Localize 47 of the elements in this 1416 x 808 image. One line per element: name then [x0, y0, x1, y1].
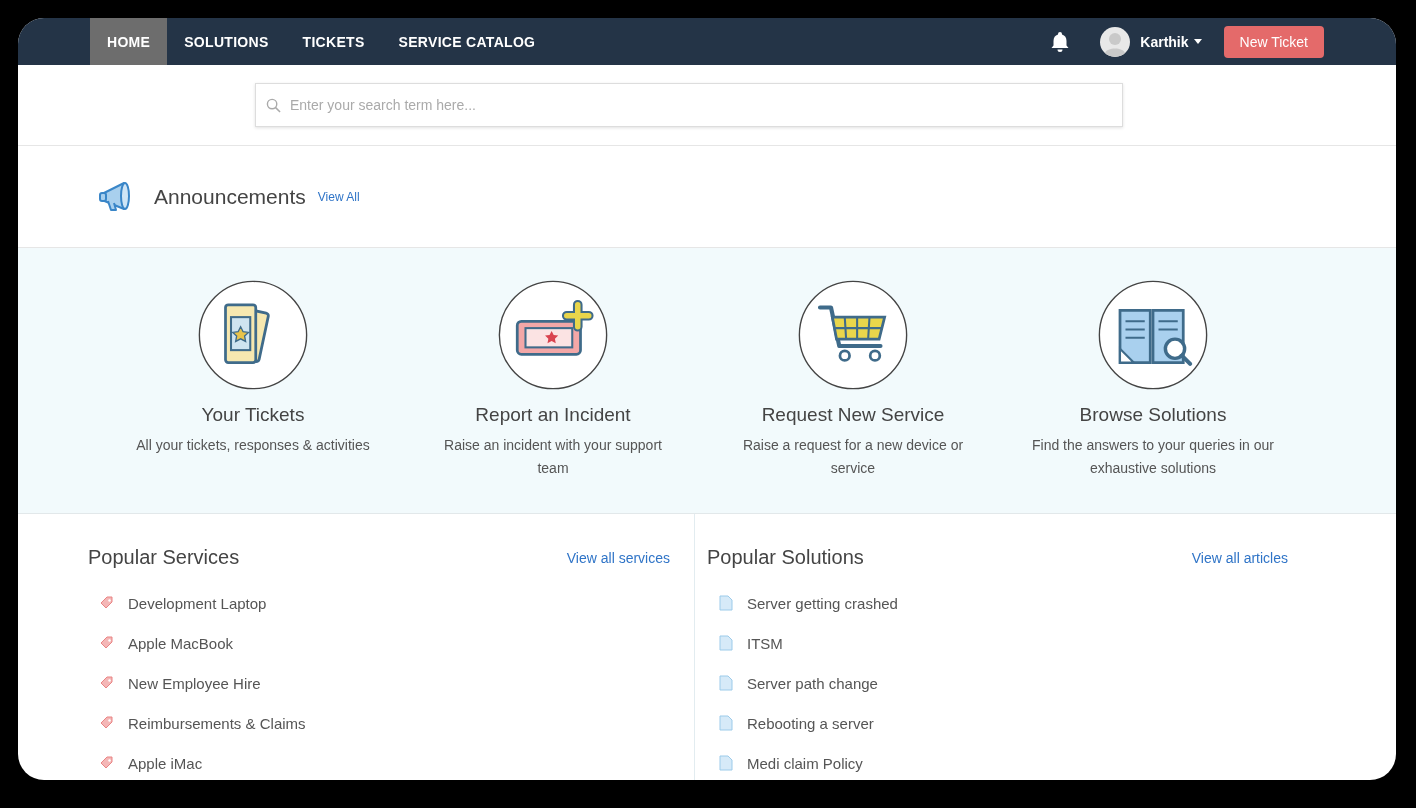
list-item-link[interactable]: ITSM — [747, 634, 783, 652]
document-icon — [719, 595, 733, 611]
book-search-icon[interactable] — [1098, 280, 1208, 390]
tag-icon — [100, 716, 114, 730]
card-description: All your tickets, responses & activities — [136, 436, 370, 455]
list-item-link[interactable]: Rebooting a server — [747, 714, 874, 732]
list-item-link[interactable]: Server path change — [747, 674, 878, 692]
card-title[interactable]: Request New Service — [761, 404, 945, 426]
tag-icon — [100, 676, 114, 690]
card-description: Raise an incident with your support team — [443, 436, 663, 478]
section-title: Announcements — [154, 184, 306, 209]
card-description: Find the answers to your queries in our exhaustive solutions — [1031, 436, 1275, 478]
document-icon — [719, 635, 733, 651]
card-title[interactable]: Your Tickets — [201, 404, 305, 426]
list-item-link[interactable]: Medi claim Policy — [747, 754, 863, 772]
document-icon — [719, 675, 733, 691]
nav-tab[interactable]: TICKETS — [285, 18, 382, 65]
tickets-icon[interactable] — [198, 280, 308, 390]
card-title[interactable]: Browse Solutions — [1079, 404, 1227, 426]
tag-icon — [100, 756, 114, 770]
nav-tab[interactable]: SERVICE CATALOG — [381, 18, 553, 65]
nav-tab[interactable]: SOLUTIONS — [167, 18, 286, 65]
card-description: Raise a request for a new device or service — [741, 436, 965, 478]
shopping-cart-icon[interactable] — [798, 280, 908, 390]
avatar-icon[interactable] — [1100, 26, 1131, 57]
search-field[interactable]: Enter your search term here... — [255, 83, 1123, 127]
view-all-link[interactable]: View all articles — [1191, 549, 1288, 566]
list-item-link[interactable]: Apple iMac — [128, 754, 203, 772]
tag-icon — [100, 596, 114, 610]
nav-tab[interactable]: HOME — [90, 18, 168, 65]
ticket-plus-icon[interactable] — [498, 280, 608, 390]
list-item-link[interactable]: Server getting crashed — [747, 594, 898, 612]
section-title: Popular Services — [88, 546, 240, 569]
list-item-link[interactable]: Development Laptop — [128, 594, 267, 612]
list-item-link[interactable]: New Employee Hire — [128, 674, 261, 692]
list-item-link[interactable]: Apple MacBook — [128, 634, 234, 652]
section-title: Popular Solutions — [707, 546, 864, 569]
list-item-link[interactable]: Reimbursements & Claims — [128, 714, 306, 732]
view-all-link[interactable]: View All — [317, 189, 360, 204]
document-icon — [719, 755, 733, 771]
document-icon — [719, 715, 733, 731]
card-title[interactable]: Report an Incident — [475, 404, 631, 426]
view-all-link[interactable]: View all services — [566, 549, 670, 566]
tag-icon — [100, 636, 114, 650]
notification-bell-icon[interactable] — [1050, 30, 1071, 53]
caret-icon[interactable] — [1193, 39, 1202, 44]
user-menu[interactable]: Karthik — [1140, 33, 1202, 50]
